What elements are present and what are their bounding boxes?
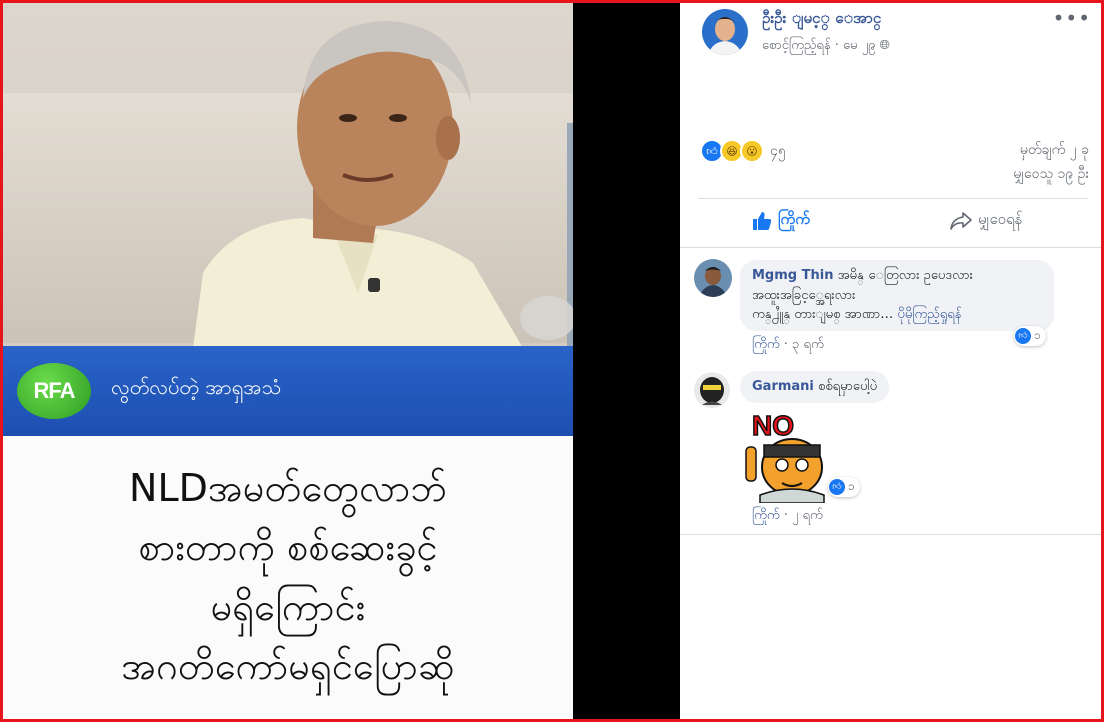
globe-icon: 🌐︎ (879, 38, 890, 53)
commenter-name[interactable]: Garmani (752, 379, 814, 394)
poster-name[interactable]: ဦးဦး ျမင့္ ေအာင္ (762, 9, 881, 31)
share-button[interactable]: မျှဝေရန် (950, 210, 1022, 232)
reaction-summary[interactable]: 👍︎ 😆︎ 😮︎ ၄၅ (700, 139, 786, 163)
reaction-count: ၄၅ (770, 142, 786, 159)
commenter-avatar[interactable] (694, 372, 730, 408)
commenter-avatar-image (694, 259, 732, 297)
caption-line: မရှိကြောင်း (210, 584, 366, 629)
share-label: မျှဝေရန် (978, 210, 1023, 228)
rfa-banner: RFA လွတ်လပ်တဲ့ အာရှအသံ (3, 346, 573, 436)
post-photo[interactable]: RFA လွတ်လပ်တဲ့ အာရှအသံ NLDအမတ်တွေလာဘ် စာ… (3, 3, 573, 719)
caption-line: NLDအမတ်တွေလာဘ် (129, 466, 447, 511)
poster-avatar[interactable] (702, 9, 748, 55)
like-label: ကြိုက် (778, 210, 810, 228)
comment-reaction-count: ၁ (1034, 328, 1041, 342)
sticker-image[interactable]: NO (742, 407, 834, 503)
comment-reaction-badge[interactable]: 👍︎ ၁ (1014, 326, 1046, 346)
like-button[interactable]: ကြိုက် (752, 210, 810, 232)
comment-bubble: Mgmg Thin အမိန္ ေတြလား ဥပေဒလား အထူးအခြင့… (740, 260, 1054, 331)
caption-line: စားတာကို စစ်ဆေးခွင့် (138, 525, 438, 570)
commenter-avatar[interactable] (694, 259, 732, 297)
comment-actions: ကြိုက် · ၂ ရက် (752, 507, 823, 526)
follow-link[interactable]: စောင့်ကြည့်ရန် (762, 38, 831, 53)
comment-text: အမိန္ ေတြလား ဥပေဒလား (837, 268, 973, 283)
like-reaction-icon: 👍︎ (829, 479, 845, 495)
rfa-tagline: လွတ်လပ်တဲ့ အာရှအသံ (111, 375, 281, 399)
image-caption: NLDအမတ်တွေလာဘ် စားတာကို စစ်ဆေးခွင့် မရှိ… (3, 436, 573, 719)
wow-reaction-icon: 😮︎ (740, 139, 764, 163)
comment-reaction-count: ၁ (848, 479, 855, 493)
commenter-name[interactable]: Mgmg Thin (752, 268, 833, 283)
like-reaction-icon: 👍︎ (1015, 328, 1031, 344)
more-options-icon[interactable]: ••• (1053, 6, 1091, 30)
post-sidebar: ဦးဦး ျမင့္ ေအာင္ စောင့်ကြည့်ရန် · မေ ၂၉ … (680, 3, 1101, 719)
commenter-avatar-image (694, 372, 730, 408)
comment-like-link[interactable]: ကြိုက် (752, 337, 780, 352)
comment-time[interactable]: ၂ ရက် (792, 508, 823, 523)
divider (680, 247, 1101, 248)
post-time[interactable]: မေ ၂၉ (843, 38, 875, 53)
comment-line: ကန္႕ႆူန္ တားျမစ္ အာဏာ… ပိုမိုကြည့်ရှုရန် (752, 305, 1042, 325)
sticker-text: NO (752, 410, 794, 441)
comment-bubble: Garmani စစ်ရမှာပေါ့ပဲ (740, 371, 890, 403)
rfa-logo: RFA (17, 363, 91, 419)
comment-reaction-badge[interactable]: 👍︎ ၁ (828, 477, 860, 497)
comment-count[interactable]: မှတ်ချက် ၂ ခု (1020, 140, 1089, 161)
comment-time[interactable]: ၃ ရက် (792, 337, 824, 352)
comment-like-link[interactable]: ကြိုက် (752, 508, 780, 523)
meta-separator: · (783, 337, 793, 352)
comment-text: စစ်ရမှာပေါ့ပဲ (818, 379, 878, 394)
see-more-link[interactable]: ပိုမိုကြည့်ရှုရန် (897, 307, 961, 322)
poster-avatar-image (702, 9, 748, 55)
meta-separator: · (834, 38, 843, 53)
comment-line: အထူးအခြင့္အေရးလား (752, 287, 856, 303)
post-meta: စောင့်ကြည့်ရန် · မေ ၂၉ 🌐︎ (762, 37, 890, 56)
caption-line: အဂတိကော်မရှင်ပြောဆို (121, 643, 455, 688)
share-count[interactable]: မျှဝေသူ ၁၉ ဦး (1013, 164, 1089, 185)
comment-actions: ကြိုက် · ၃ ရက် (752, 336, 824, 355)
divider (698, 198, 1088, 199)
share-arrow-icon (950, 212, 972, 230)
meta-separator: · (783, 508, 793, 523)
comment-line: Mgmg Thin အမိန္ ေတြလား ဥပေဒလား (752, 266, 1042, 286)
viewer-background (573, 0, 680, 722)
comment-text: ကန္႕ႆူန္ တားျမစ္ အာဏာ… (752, 307, 894, 322)
speaker-figure (193, 21, 573, 348)
divider (680, 534, 1101, 535)
thumbs-up-icon (753, 212, 772, 230)
rfa-logo-text: RFA (33, 378, 76, 403)
